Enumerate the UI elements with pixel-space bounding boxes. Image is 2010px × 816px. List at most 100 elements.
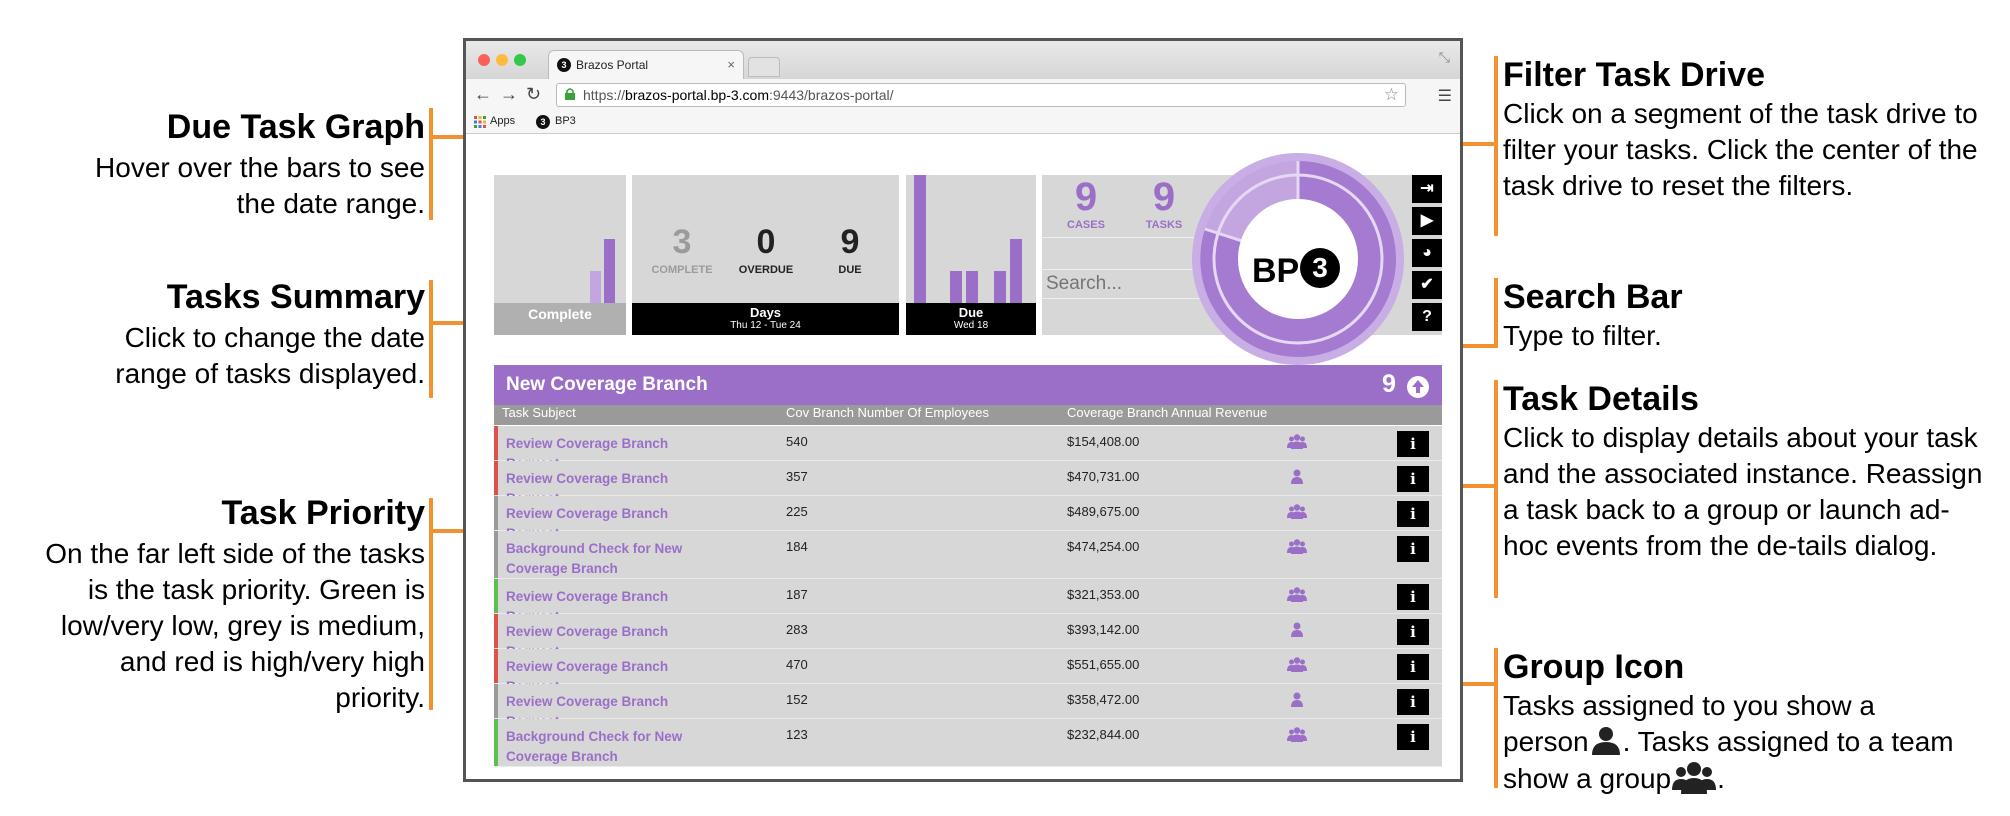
table-row[interactable]: Review Coverage Branch Request187$321,35… <box>494 579 1442 624</box>
due-bar[interactable] <box>994 271 1006 303</box>
tasks-summary-desc: Click to change the date range of tasks … <box>115 322 425 389</box>
task-details-desc: Click to display details about your task… <box>1503 422 1983 561</box>
due-bar[interactable] <box>966 271 978 303</box>
employees-cell: 184 <box>786 539 808 554</box>
table-row[interactable]: Review Coverage Branch Request225$489,67… <box>494 496 1442 541</box>
group-icon <box>1287 586 1307 602</box>
date-range-sub: Thu 12 - Tue 24 <box>730 320 801 331</box>
person-icon <box>1287 468 1307 484</box>
task-details-button[interactable]: i <box>1397 619 1429 645</box>
task-details-button[interactable]: i <box>1397 501 1429 527</box>
close-window-button[interactable] <box>478 54 490 66</box>
due-task-graph-panel[interactable]: Due Wed 18 <box>906 175 1036 335</box>
priority-indicator <box>494 579 498 613</box>
check-icon[interactable]: ✔ <box>1412 271 1442 299</box>
priority-indicator <box>494 531 498 578</box>
back-icon[interactable]: ← <box>474 84 492 105</box>
revenue-cell: $358,472.00 <box>1067 692 1140 707</box>
tasks-summary-title: Tasks Summary <box>166 278 425 316</box>
browser-titlebar: 3 Brazos Portal × ⤡ <box>466 41 1460 80</box>
employees-cell: 187 <box>786 587 808 602</box>
table-row[interactable]: Review Coverage Branch Request357$470,73… <box>494 461 1442 506</box>
new-tab-button[interactable] <box>748 57 780 77</box>
bp3-logo-text: BP <box>1252 252 1300 290</box>
due-bar[interactable] <box>950 271 962 303</box>
revenue-cell: $474,254.00 <box>1067 539 1140 554</box>
person-icon <box>1287 621 1307 637</box>
employees-cell: 283 <box>786 622 808 637</box>
bookmark-apps[interactable]: Apps <box>490 115 515 127</box>
date-range-title: Days <box>749 305 782 320</box>
zoom-window-button[interactable] <box>514 54 526 66</box>
priority-indicator <box>494 684 498 718</box>
browser-menu-icon[interactable]: ☰ <box>1438 86 1452 106</box>
collapse-up-icon[interactable] <box>1406 375 1430 399</box>
bookmark-bp3[interactable]: BP3 <box>555 115 576 127</box>
group-icon-desc: Tasks assigned to you show a person. Tas… <box>1503 690 1954 794</box>
sign-out-icon[interactable]: ⇥ <box>1412 175 1442 203</box>
due-bar[interactable] <box>1010 239 1022 303</box>
url-text: https://brazos-portal.bp-3.com:9443/braz… <box>583 87 894 103</box>
cases-count: 9 <box>1074 175 1098 219</box>
person-icon <box>1591 727 1620 755</box>
task-details-button[interactable]: i <box>1397 536 1429 562</box>
table-count: 9 <box>1382 370 1396 398</box>
bookmark-star-icon[interactable]: ☆ <box>1384 85 1399 105</box>
group-icon <box>1287 656 1307 672</box>
group-icon <box>1287 538 1307 554</box>
annotation-bracket <box>1494 380 1498 598</box>
priority-indicator <box>494 614 498 648</box>
reload-icon[interactable]: ↻ <box>526 84 541 105</box>
table-row[interactable]: Review Coverage Branch Request540$154,40… <box>494 426 1442 471</box>
task-details-button[interactable]: i <box>1397 584 1429 610</box>
tasks-summary-panel[interactable]: 3 COMPLETE 0 OVERDUE 9 DUE Days Thu 12 -… <box>632 175 899 335</box>
task-subject-link[interactable]: Background Check for New Coverage Branch <box>506 727 716 767</box>
employees-cell: 540 <box>786 434 808 449</box>
complete-count-label: COMPLETE <box>651 264 713 276</box>
complete-bar[interactable] <box>590 271 601 303</box>
overdue-count-label: OVERDUE <box>738 264 794 276</box>
task-details-button[interactable]: i <box>1397 654 1429 680</box>
dashboard-icon[interactable]: ◕ <box>1412 239 1442 267</box>
table-row[interactable]: Background Check for New Coverage Branch… <box>494 531 1442 579</box>
table-row[interactable]: Review Coverage Branch Request283$393,14… <box>494 614 1442 659</box>
address-bar[interactable]: https://brazos-portal.bp-3.com:9443/braz… <box>556 83 1406 107</box>
minimize-window-button[interactable] <box>496 54 508 66</box>
table-title: New Coverage Branch <box>506 374 708 395</box>
complete-bar[interactable] <box>604 239 615 303</box>
employees-cell: 123 <box>786 727 808 742</box>
task-subject-link[interactable]: Background Check for New Coverage Branch <box>506 539 716 579</box>
group-icon-title: Group Icon <box>1503 648 1685 686</box>
employees-cell: 225 <box>786 504 808 519</box>
tab-close-icon[interactable]: × <box>727 57 735 72</box>
annotation-bracket <box>1494 278 1498 348</box>
revenue-cell: $393,142.00 <box>1067 622 1140 637</box>
table-row[interactable]: Review Coverage Branch Request470$551,65… <box>494 649 1442 694</box>
complete-graph-panel[interactable]: Complete <box>494 175 626 335</box>
task-details-button[interactable]: i <box>1397 466 1429 492</box>
restore-icon[interactable]: ⤡ <box>1439 49 1450 66</box>
search-bar-desc: Type to filter. <box>1503 320 1662 351</box>
help-icon[interactable]: ? <box>1412 303 1442 331</box>
tab-title: Brazos Portal <box>576 58 649 72</box>
due-title: Due <box>958 305 984 320</box>
column-header-subject[interactable]: Task Subject <box>502 405 576 425</box>
table-row[interactable]: Background Check for New Coverage Branch… <box>494 719 1442 767</box>
task-details-button[interactable]: i <box>1397 689 1429 715</box>
lock-icon <box>565 88 575 100</box>
task-details-button[interactable]: i <box>1397 724 1429 750</box>
side-button-column: ⇥ ▶ ◕ ✔ ? <box>1412 175 1442 335</box>
browser-tab[interactable]: 3 Brazos Portal × <box>548 50 744 79</box>
group-icon <box>1287 433 1307 449</box>
group-icon <box>1287 503 1307 519</box>
due-bar[interactable] <box>914 175 926 303</box>
date-range-footer[interactable]: Days Thu 12 - Tue 24 <box>632 303 899 335</box>
cases-label: CASES <box>1067 219 1105 231</box>
column-header-employees[interactable]: Cov Branch Number Of Employees <box>786 405 989 425</box>
table-row[interactable]: Review Coverage Branch Request152$358,47… <box>494 684 1442 729</box>
forward-icon[interactable]: → <box>500 84 518 105</box>
play-icon[interactable]: ▶ <box>1412 207 1442 235</box>
apps-grid-icon <box>474 116 486 128</box>
column-header-revenue[interactable]: Coverage Branch Annual Revenue <box>1067 405 1267 425</box>
task-details-button[interactable]: i <box>1397 431 1429 457</box>
